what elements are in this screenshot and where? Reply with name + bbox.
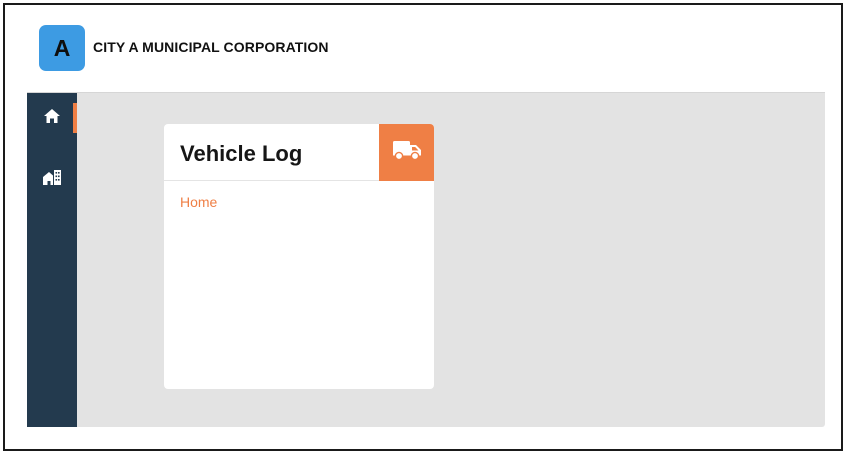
card-icon-badge xyxy=(379,124,434,181)
home-link[interactable]: Home xyxy=(180,194,217,210)
sidebar xyxy=(27,93,77,427)
home-icon xyxy=(43,108,61,129)
top-header: A CITY A MUNICIPAL CORPORATION xyxy=(27,5,825,93)
sidebar-item-home[interactable] xyxy=(27,101,77,135)
card-header: Vehicle Log xyxy=(164,124,434,181)
logo-letter: A xyxy=(53,34,71,61)
organization-name: CITY A MUNICIPAL CORPORATION xyxy=(93,39,329,55)
vehicle-log-card[interactable]: Vehicle Log Home xyxy=(164,124,434,389)
card-title: Vehicle Log xyxy=(180,141,303,166)
sidebar-item-buildings[interactable] xyxy=(27,163,77,197)
truck-icon xyxy=(392,139,422,166)
app-logo[interactable]: A xyxy=(39,25,85,71)
app-frame: A CITY A MUNICIPAL CORPORATION Vehicle L… xyxy=(3,3,843,451)
main-content: Vehicle Log Home xyxy=(77,93,825,427)
building-icon xyxy=(42,169,62,191)
